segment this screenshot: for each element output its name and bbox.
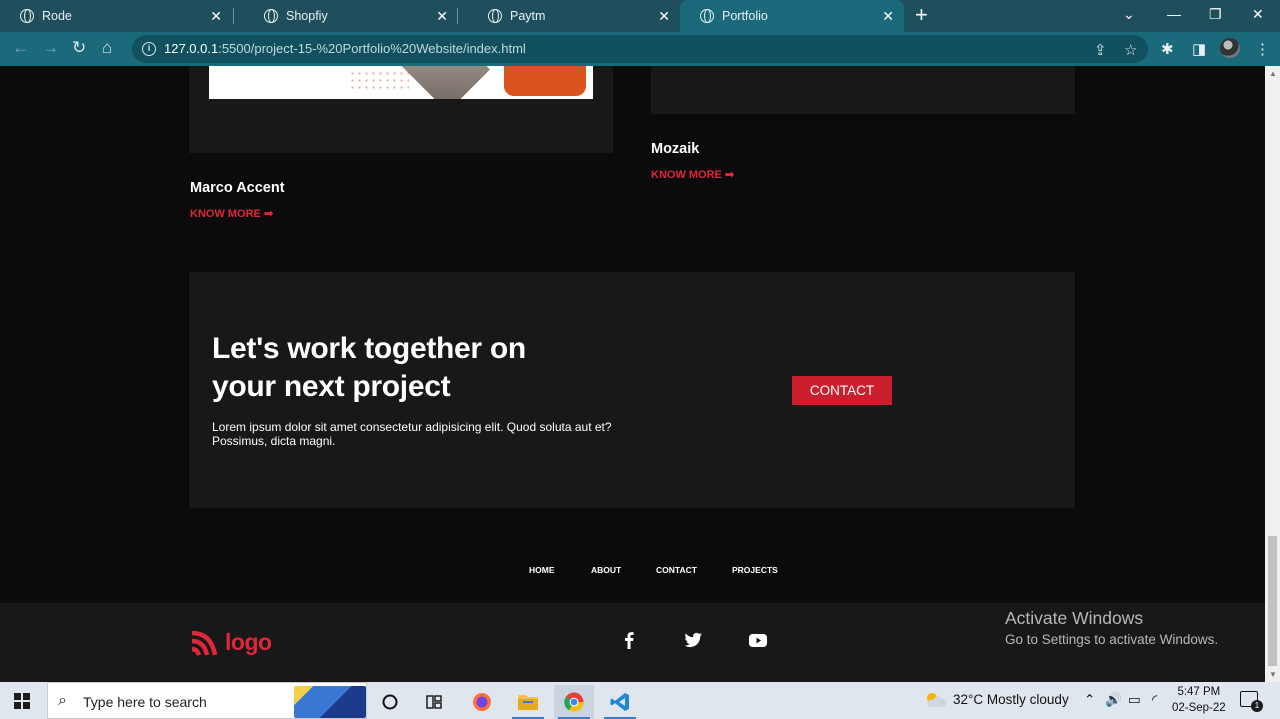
logo-text: logo <box>225 628 272 655</box>
url-path: :5500/project-15-%20Portfolio%20Website/… <box>218 41 526 56</box>
url-text[interactable]: 127.0.0.1:5500/project-15-%20Portfolio%2… <box>164 41 526 56</box>
profile-avatar[interactable] <box>1220 38 1240 58</box>
rss-logo-icon <box>191 630 218 656</box>
chrome-icon[interactable] <box>554 685 594 719</box>
weather-text[interactable]: 32°C Mostly cloudy <box>953 692 1069 707</box>
tab-portfolio[interactable]: Portfolio ✕ <box>680 0 904 32</box>
cushion-shape <box>504 66 586 96</box>
close-tab-icon[interactable]: ✕ <box>210 8 222 24</box>
globe-icon <box>264 9 278 23</box>
site-info-icon[interactable]: i <box>142 42 156 56</box>
taskbar-search[interactable]: ⌕ Type here to search <box>47 682 367 719</box>
side-panel-icon[interactable]: ◨ <box>1192 40 1206 58</box>
minimize-button[interactable]: — <box>1167 6 1181 22</box>
site-logo[interactable]: logo <box>189 627 272 657</box>
notification-count-badge: 1 <box>1251 700 1263 712</box>
cta-description: Lorem ipsum dolor sit amet consectetur a… <box>212 420 612 448</box>
share-icon[interactable]: ⇪ <box>1094 41 1107 59</box>
tab-shopfiy[interactable]: Shopfiy ✕ <box>244 0 458 32</box>
tab-title: Paytm <box>510 9 546 23</box>
watermark-title: Activate Windows <box>1005 608 1144 628</box>
tray-chevron-up-icon[interactable]: ⌃ <box>1084 692 1095 708</box>
twitter-icon[interactable] <box>682 629 704 651</box>
clock-date: 02-Sep-22 <box>1172 702 1226 714</box>
tab-title: Portfolio <box>722 9 768 23</box>
wifi-icon[interactable]: ◜ <box>1152 692 1157 708</box>
activate-windows-watermark: Activate Windows Go to Settings to activ… <box>1005 608 1218 647</box>
file-explorer-icon[interactable] <box>508 685 548 719</box>
task-view-icon[interactable] <box>414 685 454 719</box>
chair-shape <box>398 66 490 99</box>
tab-paytm[interactable]: Paytm ✕ <box>468 0 680 32</box>
watermark-subtitle: Go to Settings to activate Windows. <box>1005 632 1219 647</box>
menu-kebab-icon[interactable]: ⋮ <box>1255 40 1270 58</box>
chevron-down-icon[interactable]: ⌄ <box>1123 6 1135 23</box>
know-more-link[interactable]: KNOW MORE ➡ <box>651 168 734 181</box>
extensions-icon[interactable]: ✱ <box>1161 40 1174 58</box>
forward-icon[interactable]: → <box>42 38 59 58</box>
know-more-link[interactable]: KNOW MORE ➡ <box>190 207 273 220</box>
youtube-icon[interactable] <box>747 629 769 651</box>
page-viewport: Marco Accent KNOW MORE ➡ Mozaik KNOW MOR… <box>0 66 1265 682</box>
search-highlight-image <box>294 686 366 718</box>
url-host: 127.0.0.1 <box>164 41 219 56</box>
close-tab-icon[interactable]: ✕ <box>882 8 894 24</box>
project-title: Mozaik <box>651 141 700 157</box>
cta-heading: Let's work together on your next project <box>212 332 526 403</box>
maximize-button[interactable]: ❐ <box>1209 6 1222 23</box>
globe-icon <box>700 9 714 23</box>
footer-nav-projects[interactable]: PROJECTS <box>732 565 778 575</box>
windows-taskbar: ⌕ Type here to search 32°C Mostly cloudy… <box>0 682 1280 719</box>
browser-toolbar: ← → ↻ ⌂ i 127.0.0.1:5500/project-15-%20P… <box>0 32 1280 66</box>
tab-divider <box>233 8 234 24</box>
bookmark-star-icon[interactable]: ☆ <box>1124 41 1137 59</box>
home-icon[interactable]: ⌂ <box>102 38 112 58</box>
reload-icon[interactable]: ↻ <box>72 38 86 58</box>
project-image-marco-accent <box>209 66 593 99</box>
firefox-icon[interactable] <box>462 685 502 719</box>
close-tab-icon[interactable]: ✕ <box>658 8 670 24</box>
footer-nav-about[interactable]: ABOUT <box>591 565 621 575</box>
address-bar[interactable]: i 127.0.0.1:5500/project-15-%20Portfolio… <box>132 35 1148 63</box>
globe-icon <box>488 9 502 23</box>
close-tab-icon[interactable]: ✕ <box>436 8 448 24</box>
facebook-icon[interactable] <box>618 629 640 651</box>
new-tab-button[interactable]: + <box>915 4 928 26</box>
vscode-icon[interactable] <box>600 685 640 719</box>
page-scrollbar[interactable]: ▲ ▼ <box>1265 66 1280 682</box>
tab-rode[interactable]: Rode ✕ <box>0 0 232 32</box>
search-icon: ⌕ <box>58 692 67 709</box>
tab-title: Rode <box>42 9 72 23</box>
volume-icon[interactable]: 🔊 <box>1105 692 1122 708</box>
back-icon[interactable]: ← <box>12 38 29 58</box>
globe-icon <box>20 9 34 23</box>
contact-button[interactable]: CONTACT <box>792 376 892 405</box>
cortana-icon[interactable] <box>370 685 410 719</box>
system-clock[interactable]: 5:47 PM 02-Sep-22 <box>1172 684 1226 716</box>
windows-start-icon[interactable] <box>14 693 30 709</box>
search-placeholder: Type here to search <box>83 694 207 710</box>
close-window-button[interactable]: ✕ <box>1252 6 1264 23</box>
footer-nav-home[interactable]: HOME <box>529 565 555 575</box>
notification-center-icon[interactable]: 1 <box>1240 691 1263 712</box>
battery-icon[interactable]: ▭ <box>1128 692 1141 708</box>
tab-divider <box>457 8 458 24</box>
project-title: Marco Accent <box>190 180 285 196</box>
tab-strip: Rode ✕ Shopfiy ✕ Paytm ✕ Portfolio ✕ + ⌄… <box>0 0 1280 32</box>
footer-nav-contact[interactable]: CONTACT <box>656 565 697 575</box>
project-card-mozaik <box>651 66 1075 114</box>
tab-title: Shopfiy <box>286 9 328 23</box>
scrollbar-thumb[interactable] <box>1268 536 1277 666</box>
pattern-dots <box>349 70 409 90</box>
cta-section: Let's work together on your next project… <box>189 272 1075 508</box>
scroll-down-arrow-icon[interactable]: ▼ <box>1269 670 1277 679</box>
clock-time: 5:47 PM <box>1177 686 1221 698</box>
scroll-up-arrow-icon[interactable]: ▲ <box>1269 69 1277 78</box>
site-footer: logo Activate Windows Go to Settings to … <box>0 603 1265 682</box>
weather-cloud-icon[interactable] <box>924 691 948 709</box>
